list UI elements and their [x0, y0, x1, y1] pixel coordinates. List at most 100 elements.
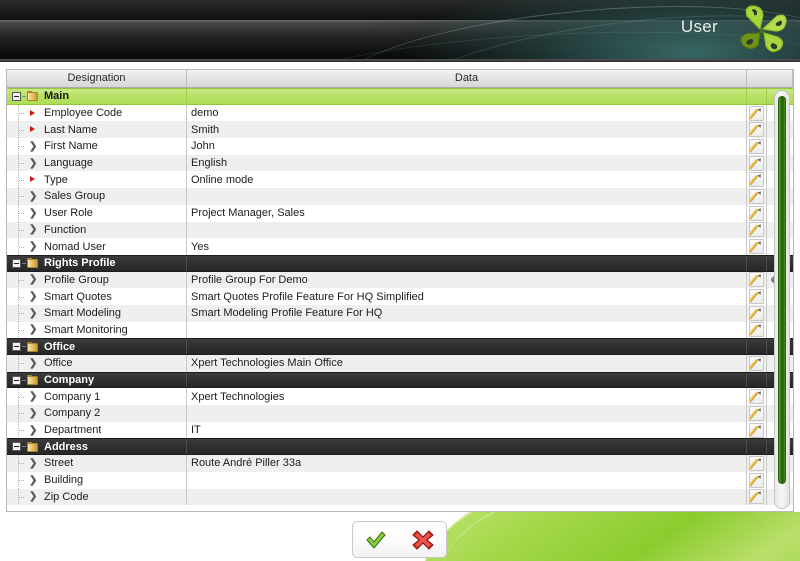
collapse-minus-icon[interactable]: [12, 375, 21, 385]
folder-icon: [27, 258, 38, 269]
property-value-cell[interactable]: Xpert Technologies: [187, 388, 747, 406]
property-value-cell[interactable]: Route André Piller 33a: [187, 455, 747, 472]
collapse-minus-icon[interactable]: [12, 258, 21, 268]
pencil-icon[interactable]: [748, 355, 764, 371]
property-row[interactable]: ❯ Company 2: [7, 405, 793, 422]
property-value-cell[interactable]: [187, 321, 747, 339]
property-row[interactable]: Last Name Smith: [7, 121, 793, 139]
edit-cell: [747, 388, 767, 406]
collapse-minus-icon[interactable]: [12, 91, 21, 101]
property-row[interactable]: ❯ Sales Group: [7, 188, 793, 205]
property-value-cell[interactable]: [187, 221, 747, 239]
green-check-icon: [366, 530, 386, 549]
property-value-cell[interactable]: Smart Modeling Profile Feature For HQ: [187, 304, 747, 322]
property-value-cell[interactable]: Project Manager, Sales: [187, 204, 747, 222]
cancel-button[interactable]: [410, 528, 436, 552]
property-row[interactable]: ❯ Smart Monitoring: [7, 321, 793, 339]
edit-cell: [747, 321, 767, 339]
group-label: Main: [44, 90, 70, 103]
pencil-icon[interactable]: [748, 422, 764, 438]
confirm-button[interactable]: [363, 528, 389, 552]
pencil-icon[interactable]: [748, 389, 764, 405]
folder-icon: [27, 375, 38, 386]
designation-cell: ❯ User Role: [7, 204, 187, 222]
property-row[interactable]: Employee Code demo: [7, 104, 793, 122]
action-button-bar: [352, 521, 447, 558]
group-label: Company: [44, 374, 95, 387]
property-value-cell[interactable]: Smart Quotes Profile Feature For HQ Simp…: [187, 288, 747, 305]
pencil-icon[interactable]: [748, 172, 764, 188]
pencil-icon[interactable]: [748, 322, 764, 338]
pencil-icon[interactable]: [748, 455, 764, 471]
collapse-minus-icon[interactable]: [12, 442, 21, 452]
tree-connector: [22, 379, 26, 381]
pencil-icon[interactable]: [748, 305, 764, 321]
pencil-icon[interactable]: [748, 239, 764, 255]
group-header-row[interactable]: Office: [7, 338, 793, 355]
property-row[interactable]: ❯ Zip Code: [7, 488, 793, 506]
vertical-scrollbar[interactable]: [774, 90, 790, 509]
column-header-designation[interactable]: Designation: [7, 70, 187, 87]
pencil-icon[interactable]: [748, 155, 764, 171]
property-value-cell[interactable]: John: [187, 138, 747, 155]
property-value-cell[interactable]: Online mode: [187, 171, 747, 189]
pencil-icon[interactable]: [748, 122, 764, 138]
group-header-row[interactable]: Company: [7, 371, 793, 389]
edit-cell: [747, 288, 767, 305]
chevron-right-icon: ❯: [29, 424, 38, 436]
property-row[interactable]: ❯ First Name John: [7, 138, 793, 155]
property-value-cell[interactable]: [187, 471, 747, 489]
property-row[interactable]: ❯ Smart Modeling Smart Modeling Profile Fe…: [7, 304, 793, 322]
swoosh-highlight-2: [431, 512, 779, 561]
property-row[interactable]: ❯ Smart Quotes Smart Quotes Profile Featur…: [7, 288, 793, 305]
group-header-row[interactable]: Address: [7, 438, 793, 456]
property-value-cell[interactable]: Xpert Technologies Main Office: [187, 355, 747, 372]
group-header-row[interactable]: Main: [7, 88, 793, 105]
pencil-icon[interactable]: [748, 489, 764, 505]
property-row[interactable]: ❯ Street Route André Piller 33a: [7, 455, 793, 472]
property-row[interactable]: Type Online mode: [7, 171, 793, 189]
column-header-data[interactable]: Data: [187, 70, 747, 87]
property-label: Sales Group: [44, 190, 106, 203]
tree-indent: [7, 271, 29, 289]
pencil-icon[interactable]: [748, 472, 764, 488]
chevron-right-icon: ❯: [29, 207, 38, 219]
required-arrow-icon: [29, 175, 37, 184]
pencil-icon[interactable]: [748, 205, 764, 221]
property-row[interactable]: ❯ Nomad User Yes: [7, 238, 793, 255]
folder-icon: [27, 441, 38, 452]
property-row[interactable]: ❯ Function: [7, 221, 793, 239]
property-row[interactable]: ❯ Building: [7, 471, 793, 489]
group-header-row[interactable]: Rights Profile: [7, 254, 793, 272]
property-value-cell[interactable]: Yes: [187, 238, 747, 255]
property-value-cell[interactable]: Profile Group For Demo: [187, 271, 747, 289]
pencil-icon[interactable]: [748, 138, 764, 154]
pencil-icon[interactable]: [748, 272, 764, 288]
chevron-right-icon: ❯: [29, 274, 38, 286]
property-row[interactable]: ❯ Office Xpert Technologies Main Office: [7, 355, 793, 372]
property-value-cell[interactable]: Smith: [187, 121, 747, 139]
property-row[interactable]: ❯ Company 1 Xpert Technologies: [7, 388, 793, 406]
property-value-cell[interactable]: IT: [187, 421, 747, 439]
property-row[interactable]: ❯ Profile Group Profile Group For Demo: [7, 271, 793, 289]
property-row[interactable]: ❯ User Role Project Manager, Sales: [7, 204, 793, 222]
property-value-cell[interactable]: English: [187, 154, 747, 172]
property-label: Function: [44, 223, 87, 236]
edit-cell: [747, 488, 767, 506]
property-row[interactable]: ❯ Language English: [7, 154, 793, 172]
pencil-icon[interactable]: [748, 188, 764, 204]
pencil-icon[interactable]: [748, 222, 764, 238]
pencil-icon[interactable]: [748, 289, 764, 305]
collapse-minus-icon[interactable]: [12, 342, 21, 352]
pencil-icon[interactable]: [748, 105, 764, 121]
tree-indent: [7, 471, 29, 489]
property-row[interactable]: ❯ Department IT: [7, 421, 793, 439]
property-value-cell[interactable]: [187, 488, 747, 506]
property-value-cell[interactable]: [187, 188, 747, 205]
designation-cell: ❯ Nomad User: [7, 238, 187, 255]
pencil-icon[interactable]: [748, 405, 764, 421]
property-value-cell[interactable]: [187, 405, 747, 422]
scrollbar-thumb[interactable]: [778, 96, 786, 484]
footer-area: [0, 512, 800, 561]
property-value-cell[interactable]: demo: [187, 104, 747, 122]
